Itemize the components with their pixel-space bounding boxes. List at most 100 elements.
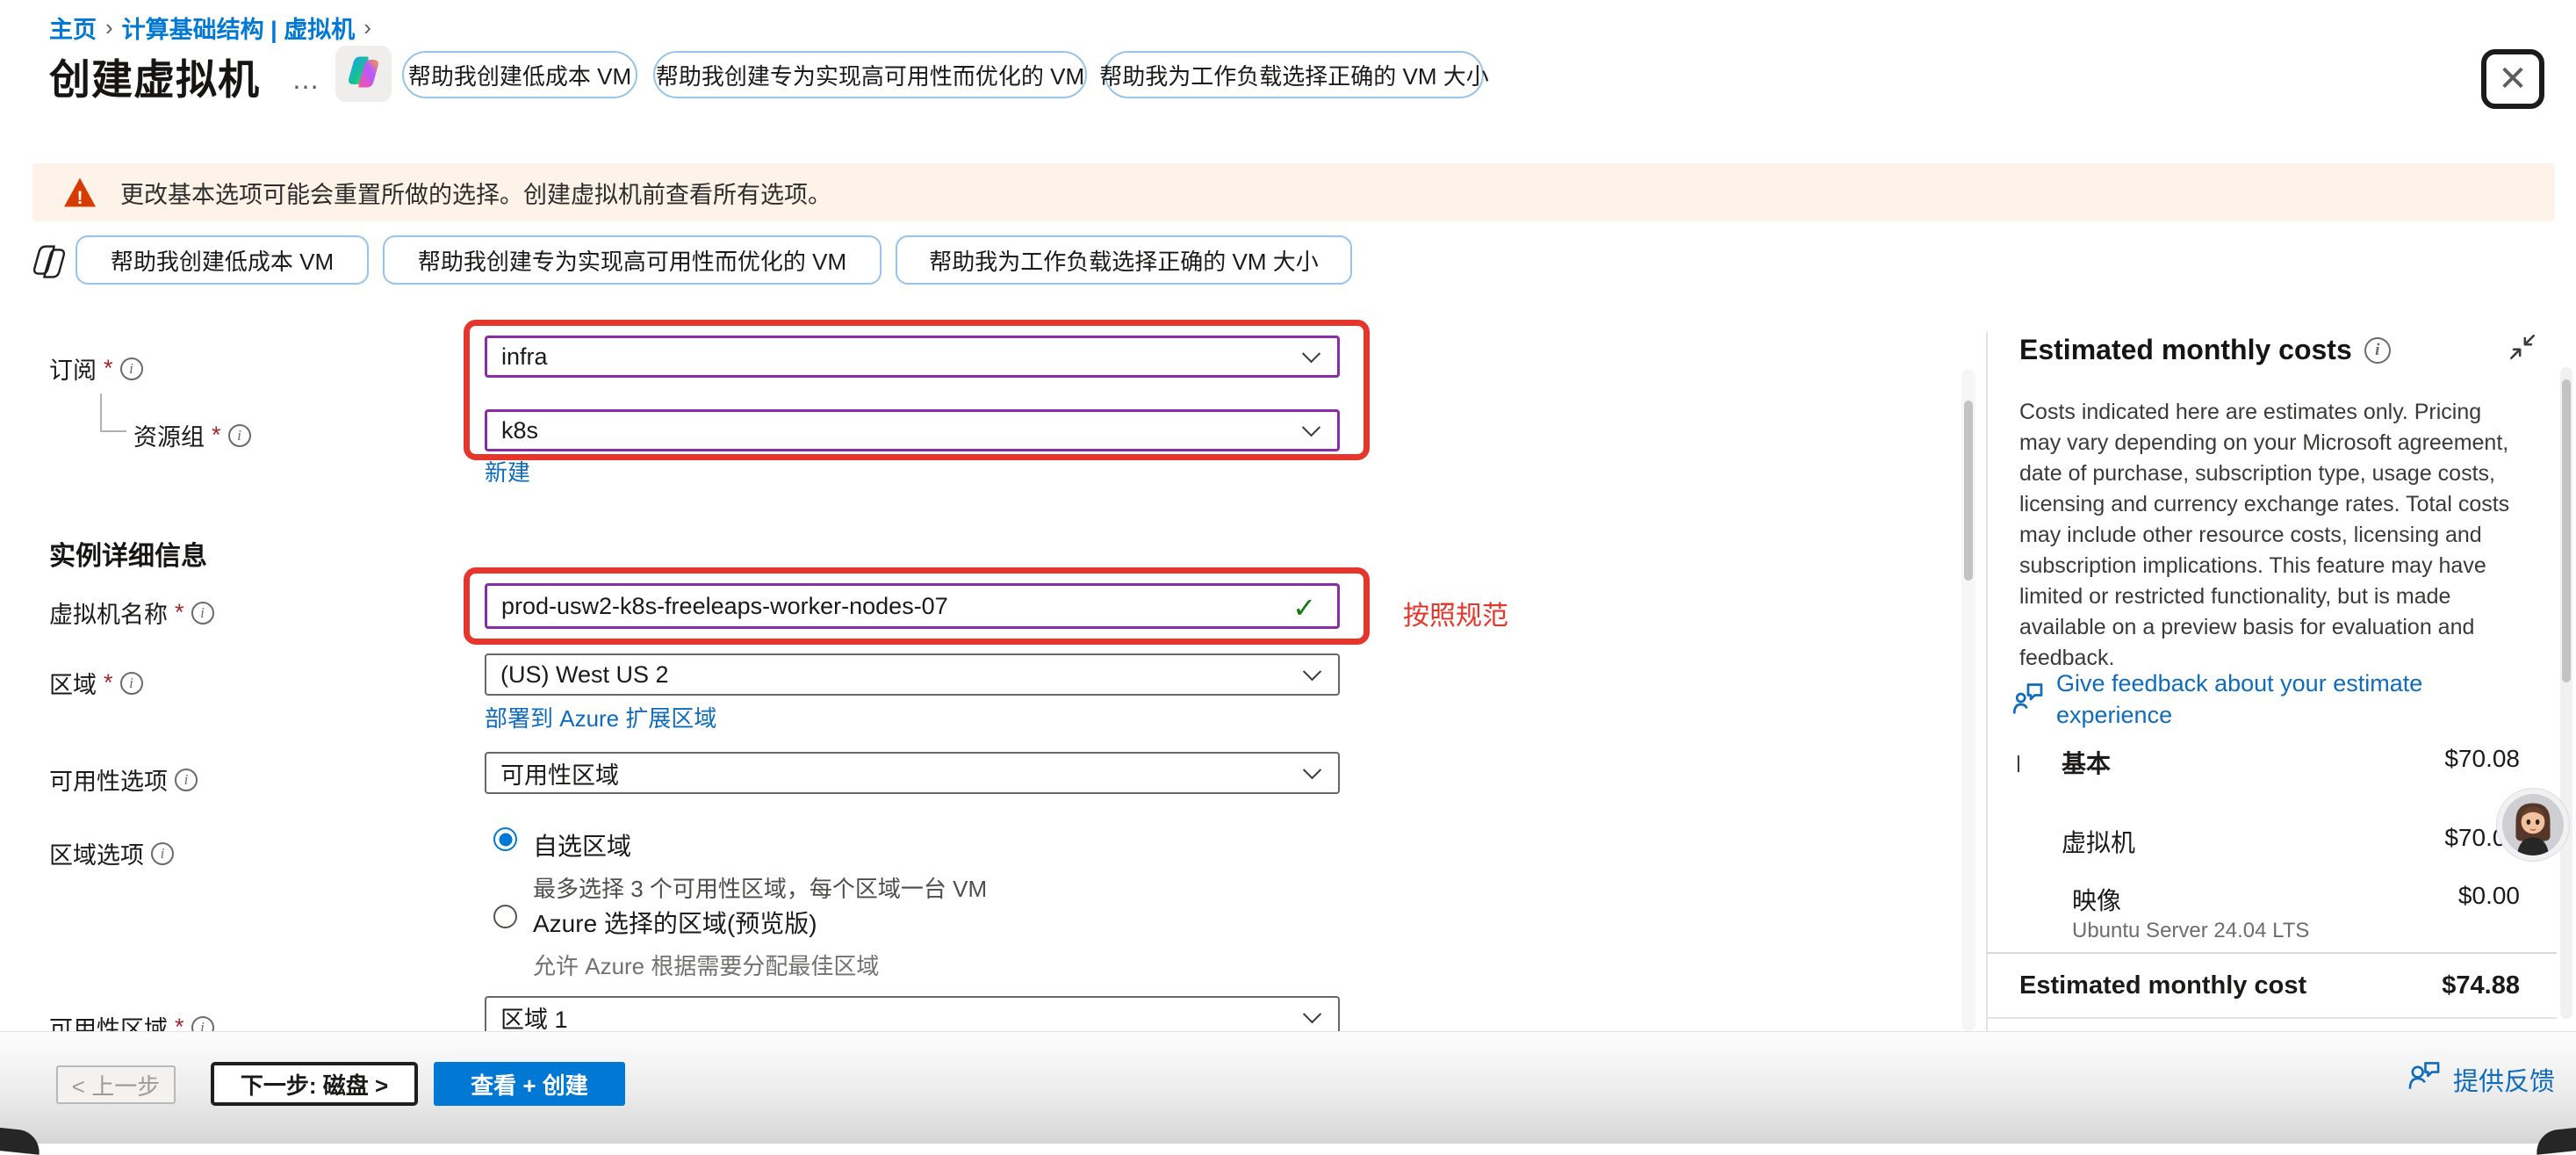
pill-low-cost-vm[interactable]: 帮助我创建低成本 VM	[402, 51, 637, 98]
chevron-down-icon	[1303, 662, 1321, 681]
zone-option-azure-select[interactable]: Azure 选择的区域(预览版) 允许 Azure 根据需要分配最佳区域	[493, 905, 879, 981]
info-icon[interactable]: i	[120, 357, 143, 380]
basic-group-price: $70.08	[2283, 745, 2520, 773]
collapse-panel-icon[interactable]	[2508, 332, 2537, 366]
more-actions-button[interactable]: …	[291, 63, 321, 96]
required-asterisk: *	[104, 355, 113, 382]
basic-group-chevron-icon[interactable]	[2018, 755, 2019, 771]
cost-panel-title: Estimated monthly costs i	[2019, 334, 2391, 366]
info-icon[interactable]: i	[228, 424, 251, 447]
breadcrumb-home[interactable]: 主页	[49, 11, 97, 45]
estimate-feedback-text: Give feedback about your estimate experi…	[2056, 668, 2530, 732]
info-icon[interactable]: i	[2364, 337, 2391, 364]
breadcrumb-separator-icon: ›	[355, 14, 380, 41]
annotation-note: 按照规范	[1403, 594, 1508, 632]
vm-name-label: 虚拟机名称* i	[49, 596, 214, 630]
resource-group-dropdown[interactable]: k8s	[485, 409, 1340, 451]
close-button[interactable]: ✕	[2481, 49, 2544, 109]
resource-group-value: k8s	[501, 417, 538, 444]
zone-option-self-select-desc: 最多选择 3 个可用性区域，每个区域一台 VM	[533, 871, 987, 904]
provide-feedback-text: 提供反馈	[2453, 1061, 2555, 1098]
pill-high-availability-vm[interactable]: 帮助我创建专为实现高可用性而优化的 VM	[653, 51, 1087, 98]
basic-group-label: 基本	[2062, 745, 2111, 780]
close-icon: ✕	[2498, 61, 2528, 97]
zone-options-label: 区域选项 i	[49, 836, 174, 870]
required-asterisk: *	[175, 599, 184, 626]
chevron-down-icon	[1303, 1005, 1321, 1023]
radio-unselected-icon[interactable]	[493, 905, 517, 928]
image-row-label: 映像	[2072, 882, 2121, 917]
cost-panel-description: Costs indicated here are estimates only.…	[2019, 397, 2516, 674]
page-title: 创建虚拟机	[49, 46, 260, 106]
copilot-button[interactable]	[335, 46, 392, 102]
region-label: 区域* i	[49, 666, 143, 700]
region-dropdown[interactable]: (US) West US 2	[485, 653, 1340, 696]
warning-icon: !	[62, 177, 97, 208]
deploy-edge-zone-link[interactable]: 部署到 Azure 扩展区域	[485, 701, 716, 733]
feedback-person-icon	[2407, 1060, 2441, 1099]
info-icon[interactable]: i	[175, 769, 198, 791]
chevron-down-icon	[1302, 418, 1320, 437]
vm-name-input[interactable]: prod-usw2-k8s-freeleaps-worker-nodes-07 …	[485, 583, 1340, 629]
image-row-sub: Ubuntu Server 24.04 LTS	[2072, 919, 2309, 943]
availability-options-value: 可用性区域	[500, 756, 619, 790]
previous-button[interactable]: < 上一步	[56, 1065, 176, 1104]
form-scrollbar-thumb[interactable]	[1964, 401, 1973, 581]
panel-divider	[1986, 332, 1988, 1031]
breadcrumb: 主页 › 计算基础结构 | 虚拟机 ›	[49, 11, 380, 45]
next-disks-button[interactable]: 下一步: 磁盘 >	[211, 1062, 418, 1106]
copilot-outline-icon	[30, 242, 68, 285]
availability-zone-value: 区域 1	[500, 1000, 568, 1035]
estimate-feedback-link[interactable]: Give feedback about your estimate experi…	[2012, 668, 2530, 732]
avatar[interactable]	[2497, 789, 2569, 861]
required-asterisk: *	[212, 422, 221, 449]
subscription-dropdown[interactable]: infra	[485, 336, 1340, 378]
subscription-value: infra	[501, 343, 548, 371]
vm-row-price: $70.08	[2283, 824, 2520, 852]
resource-group-label: 资源组* i	[133, 418, 251, 452]
tree-connector-vertical	[100, 393, 102, 432]
create-vm-page: 主页 › 计算基础结构 | 虚拟机 › 创建虚拟机 … 帮助我创建低成本	[0, 0, 2576, 1144]
radio-selected-icon[interactable]	[493, 827, 517, 851]
total-row-price: $74.88	[2283, 971, 2520, 1000]
copilot-icon	[345, 54, 382, 95]
instance-details-heading: 实例详细信息	[49, 534, 207, 573]
valid-check-icon: ✓	[1292, 591, 1316, 624]
vm-name-value: prod-usw2-k8s-freeleaps-worker-nodes-07	[501, 593, 948, 620]
pill2-high-availability-vm[interactable]: 帮助我创建专为实现高可用性而优化的 VM	[383, 235, 881, 285]
chevron-down-icon	[1303, 761, 1321, 779]
panel-divider-line-2	[1986, 1017, 2557, 1019]
vm-row-label: 虚拟机	[2062, 824, 2135, 859]
zone-option-self-select-title: 自选区域	[533, 827, 987, 863]
warning-banner: ! 更改基本选项可能会重置所做的选择。创建虚拟机前查看所有选项。	[32, 163, 2555, 221]
panel-scrollbar-thumb[interactable]	[2562, 379, 2571, 682]
info-icon[interactable]: i	[151, 842, 174, 865]
region-value: (US) West US 2	[500, 661, 669, 689]
availability-options-label: 可用性选项 i	[49, 762, 198, 797]
feedback-bubbles-icon	[2012, 682, 2044, 721]
review-create-button[interactable]: 查看 + 创建	[434, 1062, 625, 1106]
required-asterisk: *	[104, 669, 113, 697]
pill2-right-vm-size[interactable]: 帮助我为工作负载选择正确的 VM 大小	[896, 235, 1352, 285]
availability-options-dropdown[interactable]: 可用性区域	[485, 752, 1340, 794]
svg-text:!: !	[76, 187, 83, 208]
footer-bar: < 上一步 下一步: 磁盘 > 查看 + 创建 提供反馈	[0, 1031, 2576, 1144]
breadcrumb-section[interactable]: 计算基础结构 | 虚拟机	[122, 11, 356, 45]
provide-feedback-link[interactable]: 提供反馈	[2407, 1060, 2555, 1099]
pill2-low-cost-vm[interactable]: 帮助我创建低成本 VM	[76, 235, 369, 285]
info-icon[interactable]: i	[191, 602, 214, 624]
chevron-down-icon	[1302, 344, 1320, 363]
info-icon[interactable]: i	[120, 672, 143, 695]
zone-option-azure-select-title: Azure 选择的区域(预览版)	[533, 905, 879, 940]
screen-corner-decoration	[2535, 1127, 2576, 1155]
warning-text: 更改基本选项可能会重置所做的选择。创建虚拟机前查看所有选项。	[120, 176, 831, 210]
subscription-label: 订阅* i	[49, 351, 143, 386]
breadcrumb-separator-icon: ›	[97, 14, 122, 41]
panel-divider-line	[1986, 952, 2557, 954]
total-row-label: Estimated monthly cost	[2019, 971, 2306, 1000]
screen-corner-decoration	[0, 1127, 41, 1155]
create-new-resource-group-link[interactable]: 新建	[485, 455, 530, 487]
zone-option-self-select[interactable]: 自选区域 最多选择 3 个可用性区域，每个区域一台 VM	[493, 827, 987, 904]
image-row-price: $0.00	[2283, 882, 2520, 910]
pill-right-vm-size[interactable]: 帮助我为工作负载选择正确的 VM 大小	[1105, 51, 1484, 98]
